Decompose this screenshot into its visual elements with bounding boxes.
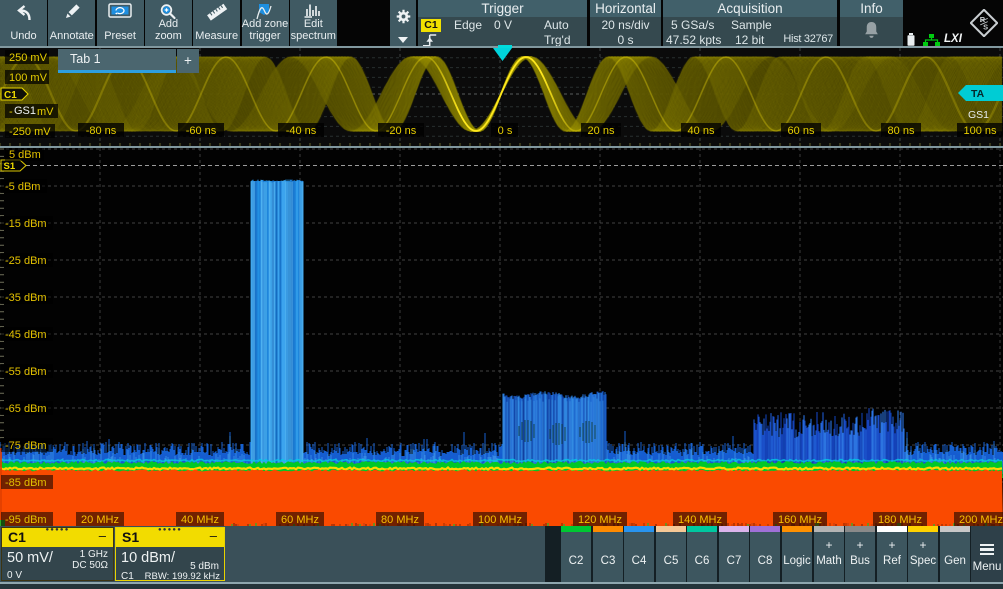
- svg-text:-45 dBm: -45 dBm: [5, 329, 47, 341]
- svg-text:-: -: [9, 106, 13, 118]
- svg-text:200 MHz: 200 MHz: [959, 514, 1003, 526]
- svg-text:80 ns: 80 ns: [888, 125, 915, 137]
- svg-text:-75 dBm: -75 dBm: [5, 440, 47, 452]
- svg-text:-80 ns: -80 ns: [86, 125, 117, 137]
- svg-text:0 s: 0 s: [498, 125, 513, 137]
- svg-text:-40 ns: -40 ns: [286, 125, 317, 137]
- svg-text:20 ns: 20 ns: [588, 125, 615, 137]
- svg-text:40 MHz: 40 MHz: [181, 514, 219, 526]
- svg-text:-250 mV: -250 mV: [9, 126, 51, 138]
- svg-text:-95 dBm: -95 dBm: [5, 514, 47, 526]
- svg-text:-35 dBm: -35 dBm: [5, 292, 47, 304]
- svg-text:-65 dBm: -65 dBm: [5, 403, 47, 415]
- svg-text:140 MHz: 140 MHz: [678, 514, 722, 526]
- svg-text:TA: TA: [971, 88, 985, 100]
- svg-text:-20 ns: -20 ns: [386, 125, 417, 137]
- svg-text:20 MHz: 20 MHz: [81, 514, 119, 526]
- svg-text:5 dBm: 5 dBm: [9, 149, 41, 161]
- svg-text:40 ns: 40 ns: [688, 125, 715, 137]
- svg-text:-55 dBm: -55 dBm: [5, 366, 47, 378]
- svg-text:GS1: GS1: [14, 105, 36, 117]
- svg-text:100 mV: 100 mV: [9, 72, 48, 84]
- svg-text:GS1: GS1: [968, 109, 989, 121]
- svg-text:S: S: [983, 23, 988, 32]
- svg-text:C1: C1: [4, 90, 17, 101]
- svg-text:-5 dBm: -5 dBm: [5, 181, 40, 193]
- svg-text:80 MHz: 80 MHz: [381, 514, 419, 526]
- svg-text:-60 ns: -60 ns: [186, 125, 217, 137]
- svg-text:60 MHz: 60 MHz: [281, 514, 319, 526]
- svg-text:-25 dBm: -25 dBm: [5, 255, 47, 267]
- svg-text:mV: mV: [37, 106, 54, 118]
- svg-text:160 MHz: 160 MHz: [778, 514, 822, 526]
- svg-text:100 ns: 100 ns: [963, 125, 997, 137]
- svg-text:180 MHz: 180 MHz: [878, 514, 922, 526]
- svg-text:60 ns: 60 ns: [788, 125, 815, 137]
- svg-text:-85 dBm: -85 dBm: [5, 477, 47, 489]
- svg-text:S1: S1: [4, 161, 16, 172]
- svg-text:120 MHz: 120 MHz: [578, 514, 622, 526]
- svg-text:100 MHz: 100 MHz: [478, 514, 522, 526]
- svg-text:250 mV: 250 mV: [9, 52, 48, 64]
- svg-text:-15 dBm: -15 dBm: [5, 218, 47, 230]
